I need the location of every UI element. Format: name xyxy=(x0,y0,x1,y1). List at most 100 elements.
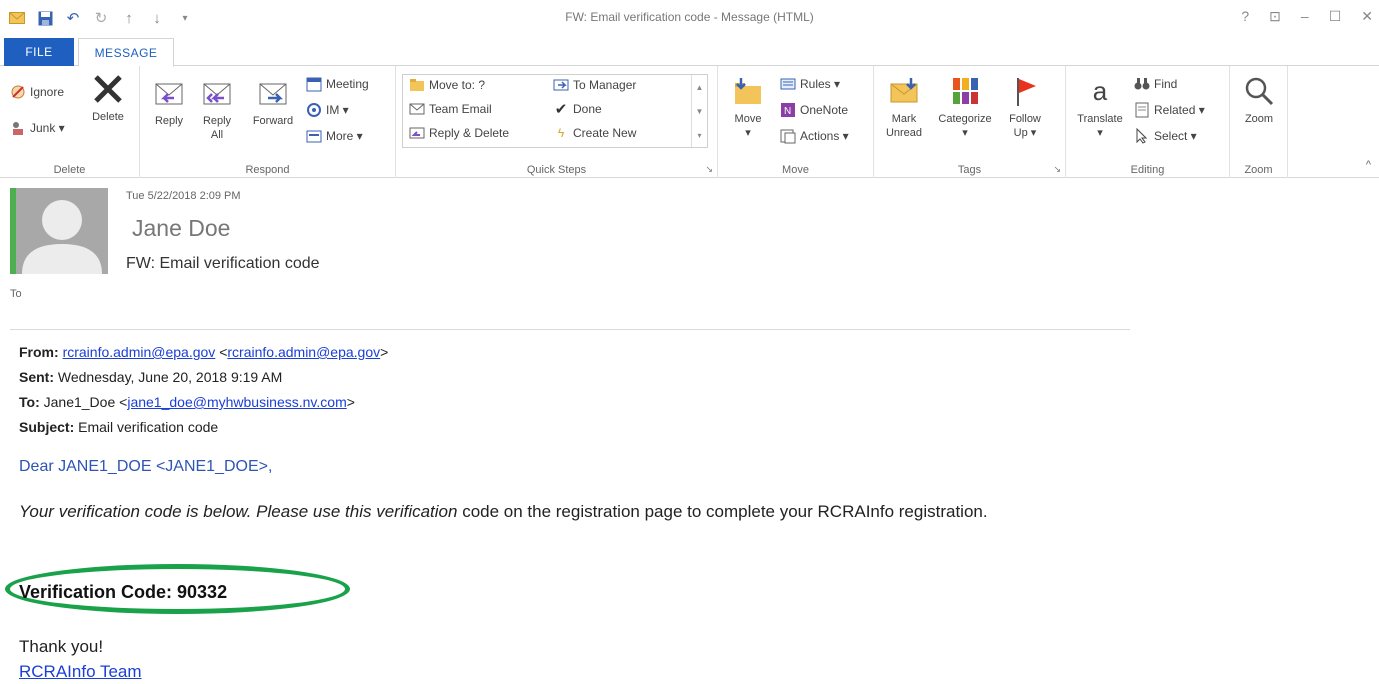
tab-file[interactable]: FILE xyxy=(4,38,74,66)
translate-button[interactable]: a Translate ▾ xyxy=(1068,74,1132,140)
junk-icon xyxy=(10,120,26,136)
find-label: Find xyxy=(1154,77,1178,91)
save-icon[interactable] xyxy=(36,9,54,27)
actions-button[interactable]: Actions ▾ xyxy=(780,128,849,144)
ignore-label: Ignore xyxy=(30,85,65,99)
qs-to-manager-label: To Manager xyxy=(573,78,637,92)
qs-move-to[interactable]: Move to: ? xyxy=(409,77,485,93)
maximize-button[interactable]: ☐ xyxy=(1329,8,1342,25)
expand-gallery-icon[interactable]: ▾ xyxy=(697,131,701,140)
quick-steps-scrollbar[interactable]: ▲ ▼ ▾ xyxy=(691,75,707,147)
body-paragraph-italic: Your verification code is below. Please … xyxy=(19,502,458,521)
subject-value: Email verification code xyxy=(78,419,219,435)
onenote-icon: N xyxy=(780,102,796,118)
rules-button[interactable]: Rules ▾ xyxy=(780,76,840,92)
move-group-label: Move xyxy=(782,164,809,176)
svg-text:N: N xyxy=(784,106,791,117)
qs-to-manager[interactable]: To Manager xyxy=(553,77,636,93)
reply-button[interactable]: Reply xyxy=(146,76,192,128)
mark-unread-icon xyxy=(887,74,921,108)
qs-team-email[interactable]: Team Email xyxy=(409,101,492,117)
from-email-bracket-link[interactable]: rcrainfo.admin@epa.gov xyxy=(227,344,380,360)
from-email-link[interactable]: rcrainfo.admin@epa.gov xyxy=(63,344,216,360)
onenote-button[interactable]: N OneNote xyxy=(780,102,848,118)
related-button[interactable]: Related ▾ xyxy=(1134,102,1205,118)
tags-group-label: Tags xyxy=(957,164,982,176)
categorize-button[interactable]: Categorize ▾ xyxy=(932,74,998,140)
header-divider xyxy=(10,329,1130,330)
qs-done[interactable]: ✔ Done xyxy=(553,101,602,118)
tags-launcher-icon[interactable]: ↘ xyxy=(1053,164,1061,175)
forward-button[interactable]: Forward xyxy=(246,76,300,128)
ribbon: Ignore Junk ▾ Delete Delete Reply Reply … xyxy=(0,66,1379,178)
message-subject: FW: Email verification code xyxy=(126,255,320,272)
minimize-button[interactable]: – xyxy=(1301,8,1309,25)
close-button[interactable]: ✕ xyxy=(1361,8,1373,25)
follow-up-label-2: Up ▾ xyxy=(1013,127,1037,139)
rcrainfo-team-link[interactable]: RCRAInfo Team xyxy=(19,662,142,682)
quick-steps-group: Move to: ? Team Email Reply & Delete To … xyxy=(396,66,718,178)
follow-up-button[interactable]: Follow Up ▾ xyxy=(1000,74,1050,140)
sent-line: Sent: Wednesday, June 20, 2018 9:19 AM xyxy=(19,367,1129,392)
im-icon xyxy=(306,102,322,118)
undo-icon[interactable]: ↶ xyxy=(64,9,82,27)
zoom-button[interactable]: Zoom xyxy=(1234,74,1284,126)
qs-move-to-label: Move to: ? xyxy=(429,78,486,92)
junk-button[interactable]: Junk ▾ xyxy=(10,120,65,136)
qs-done-label: Done xyxy=(573,102,602,116)
meeting-button[interactable]: Meeting xyxy=(306,76,369,92)
up-arrow-icon[interactable]: ↑ xyxy=(120,9,138,27)
translate-dropdown-icon: ▾ xyxy=(1097,127,1103,139)
qs-reply-delete-label: Reply & Delete xyxy=(429,126,510,140)
forward-label: Forward xyxy=(252,115,294,127)
body-paragraph: Your verification code is below. Please … xyxy=(19,498,1129,526)
move-button[interactable]: Move ▾ xyxy=(726,74,770,140)
mark-unread-label-2: Unread xyxy=(885,127,923,139)
meeting-icon xyxy=(306,76,322,92)
help-button[interactable]: ? xyxy=(1241,8,1249,25)
qs-create-new[interactable]: ϟ Create New xyxy=(553,125,637,141)
window-controls: ? ⊡ – ☐ ✕ xyxy=(1241,8,1373,25)
actions-label: Actions ▾ xyxy=(800,129,849,143)
zoom-label: Zoom xyxy=(1244,113,1274,125)
down-arrow-icon[interactable]: ↓ xyxy=(148,9,166,27)
ribbon-display-button[interactable]: ⊡ xyxy=(1269,8,1281,25)
scroll-down-icon[interactable]: ▼ xyxy=(696,107,704,116)
find-button[interactable]: Find xyxy=(1134,76,1177,92)
delete-button[interactable]: Delete xyxy=(84,72,132,124)
categorize-icon xyxy=(948,74,982,108)
customize-qat-icon[interactable]: ▾ xyxy=(176,9,194,27)
editing-group-label: Editing xyxy=(1130,164,1165,176)
im-button[interactable]: IM ▾ xyxy=(306,102,349,118)
actions-icon xyxy=(780,128,796,144)
sender-name[interactable]: Jane Doe xyxy=(132,215,230,242)
quick-steps-launcher-icon[interactable]: ↘ xyxy=(705,164,713,175)
qs-team-email-label: Team Email xyxy=(429,102,492,116)
rules-label: Rules ▾ xyxy=(800,77,841,91)
reply-all-button[interactable]: Reply All xyxy=(194,76,240,142)
collapse-ribbon-icon[interactable]: ^ xyxy=(1366,159,1371,171)
select-button[interactable]: Select ▾ xyxy=(1134,128,1197,144)
verification-code: Verification Code: 90332 xyxy=(19,582,228,602)
tab-message[interactable]: MESSAGE xyxy=(78,38,174,67)
more-respond-button[interactable]: More ▾ xyxy=(306,128,363,144)
select-label: Select ▾ xyxy=(1154,129,1197,143)
onenote-label: OneNote xyxy=(800,103,849,117)
move-label: Move xyxy=(734,113,762,125)
to-email-link[interactable]: jane1_doe@myhwbusiness.nv.com xyxy=(127,394,346,410)
editing-group: a Translate ▾ Find Related ▾ Select ▾ Ed… xyxy=(1066,66,1230,178)
avatar xyxy=(10,188,108,274)
mark-unread-label-1: Mark xyxy=(891,113,917,125)
delete-group: Ignore Junk ▾ Delete Delete xyxy=(0,66,140,178)
qs-reply-delete[interactable]: Reply & Delete xyxy=(409,125,509,141)
redo-icon[interactable]: ↻ xyxy=(92,9,110,27)
ignore-button[interactable]: Ignore xyxy=(10,84,64,100)
to-label: To xyxy=(10,288,22,300)
meeting-label: Meeting xyxy=(326,77,369,91)
qs-create-new-label: Create New xyxy=(573,126,637,140)
from-line: From: rcrainfo.admin@epa.gov <rcrainfo.a… xyxy=(19,344,389,360)
team-email-icon xyxy=(409,101,425,117)
mark-unread-button[interactable]: Mark Unread xyxy=(878,74,930,140)
scroll-up-icon[interactable]: ▲ xyxy=(696,83,704,92)
title-bar: ↶ ↻ ↑ ↓ ▾ FW: Email verification code - … xyxy=(0,0,1379,36)
